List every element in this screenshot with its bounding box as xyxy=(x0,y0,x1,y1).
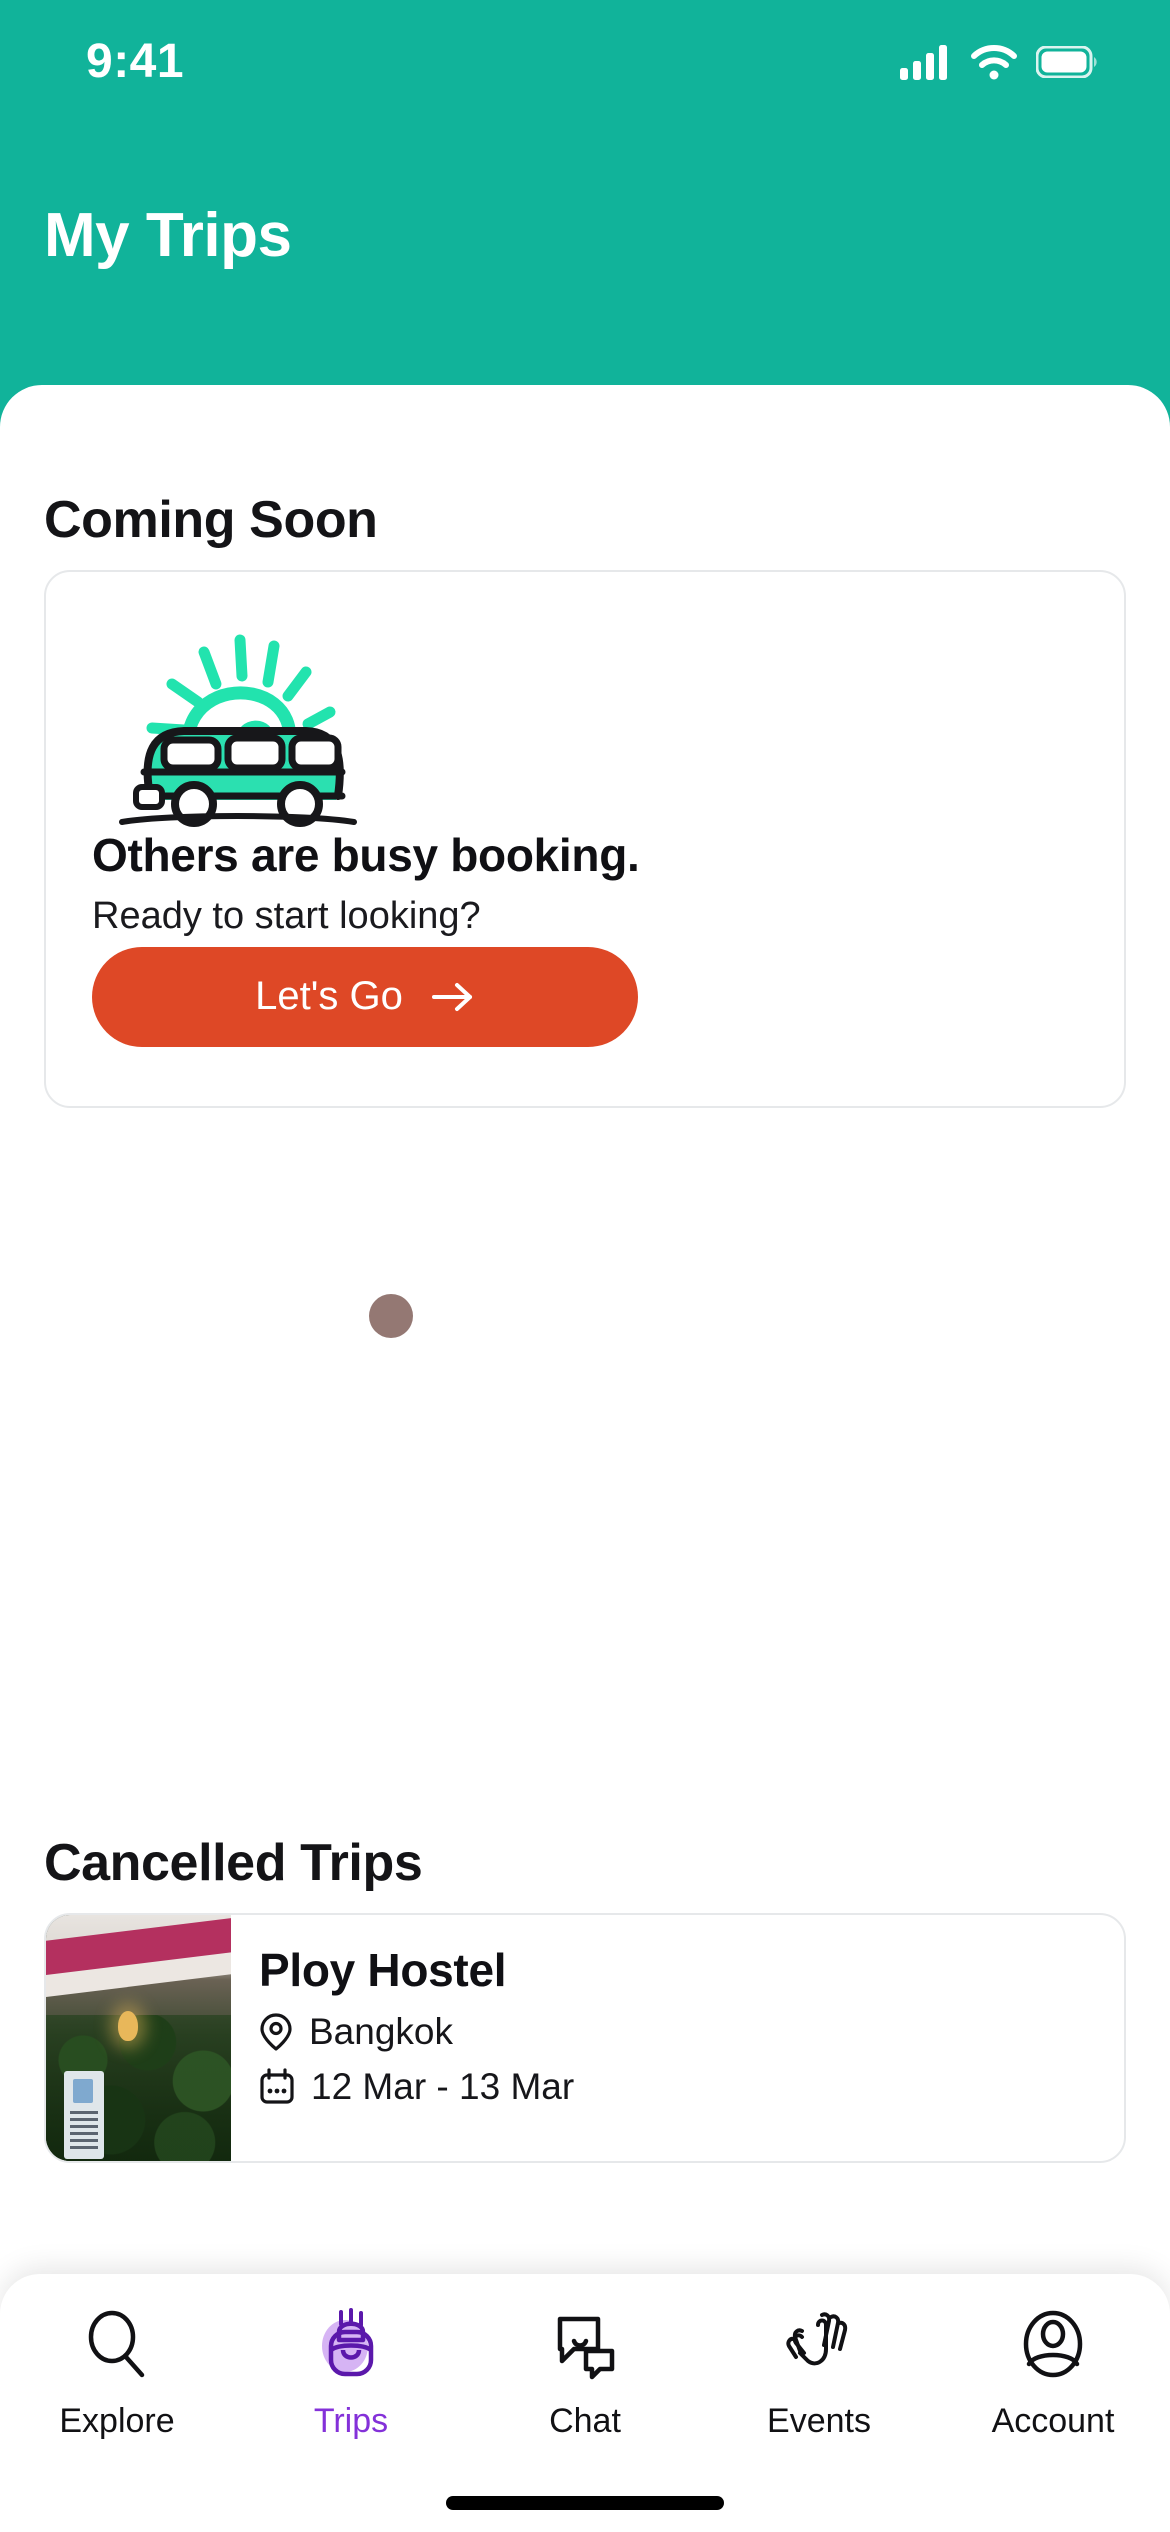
cancelled-trips-heading: Cancelled Trips xyxy=(44,1834,423,1892)
search-icon xyxy=(75,2302,159,2386)
nav-item-chat[interactable]: Chat xyxy=(468,2302,702,2438)
page-title: My Trips xyxy=(44,201,292,270)
status-icons xyxy=(900,30,1098,80)
content-sheet: Coming Soon Others are busy booking. Rea… xyxy=(0,385,1170,2532)
wifi-icon xyxy=(971,45,1017,80)
empty-state-subtext: Ready to start looking? xyxy=(92,895,481,937)
calendar-icon xyxy=(260,2067,294,2104)
trip-card[interactable]: Ploy Hostel Bangkok 12 Mar - 13 Mar xyxy=(44,1913,1126,2163)
nav-item-account[interactable]: Account xyxy=(936,2302,1170,2438)
nav-label-explore: Explore xyxy=(59,2402,175,2440)
trip-title: Ploy Hostel xyxy=(259,1944,507,1996)
nav-label-chat: Chat xyxy=(549,2402,621,2440)
nav-label-events: Events xyxy=(767,2402,871,2440)
waving-hands-icon xyxy=(777,2302,861,2386)
trip-info: Ploy Hostel Bangkok 12 Mar - 13 Mar xyxy=(231,1915,1124,2161)
arrow-right-icon xyxy=(431,983,472,1011)
lets-go-button[interactable]: Let's Go xyxy=(92,947,638,1047)
chat-bubbles-icon xyxy=(543,2302,627,2386)
trip-location: Bangkok xyxy=(309,2011,453,2053)
status-bar: 9:41 xyxy=(0,0,1170,110)
lets-go-label: Let's Go xyxy=(255,973,403,1018)
cellular-signal-icon xyxy=(900,45,947,80)
nav-item-trips[interactable]: Trips xyxy=(234,2302,468,2438)
home-indicator xyxy=(446,2496,724,2510)
user-circle-icon xyxy=(1011,2302,1095,2386)
hostel-garden-photo xyxy=(46,1915,231,2161)
header: My Trips xyxy=(0,110,1170,385)
trip-dates: 12 Mar - 13 Mar xyxy=(311,2066,575,2108)
nav-item-events[interactable]: Events xyxy=(702,2302,936,2438)
nav-label-account: Account xyxy=(991,2402,1115,2440)
coming-soon-empty-card: Others are busy booking. Ready to start … xyxy=(44,570,1126,1338)
nav-label-trips: Trips xyxy=(313,2402,389,2440)
backpack-icon xyxy=(309,2302,393,2386)
bottom-navigation-bar: Explore Trips Chat Events Account xyxy=(0,2274,1170,2532)
battery-full-icon xyxy=(1036,46,1097,78)
status-time: 9:41 xyxy=(86,35,185,88)
location-pin-icon xyxy=(260,2012,292,2051)
empty-state-heading: Others are busy booking. xyxy=(92,829,640,881)
camper-van-with-sun-illustration xyxy=(92,632,382,832)
click-indicator-dot xyxy=(369,1294,413,1338)
coming-soon-heading: Coming Soon xyxy=(44,491,378,549)
trip-dates-row: 12 Mar - 13 Mar xyxy=(259,2066,1124,2108)
trip-location-row: Bangkok xyxy=(259,2012,1124,2052)
phone-screen: 9:41 My Trips Coming Soon Others are bus… xyxy=(0,0,1170,2532)
nav-item-explore[interactable]: Explore xyxy=(0,2302,234,2438)
